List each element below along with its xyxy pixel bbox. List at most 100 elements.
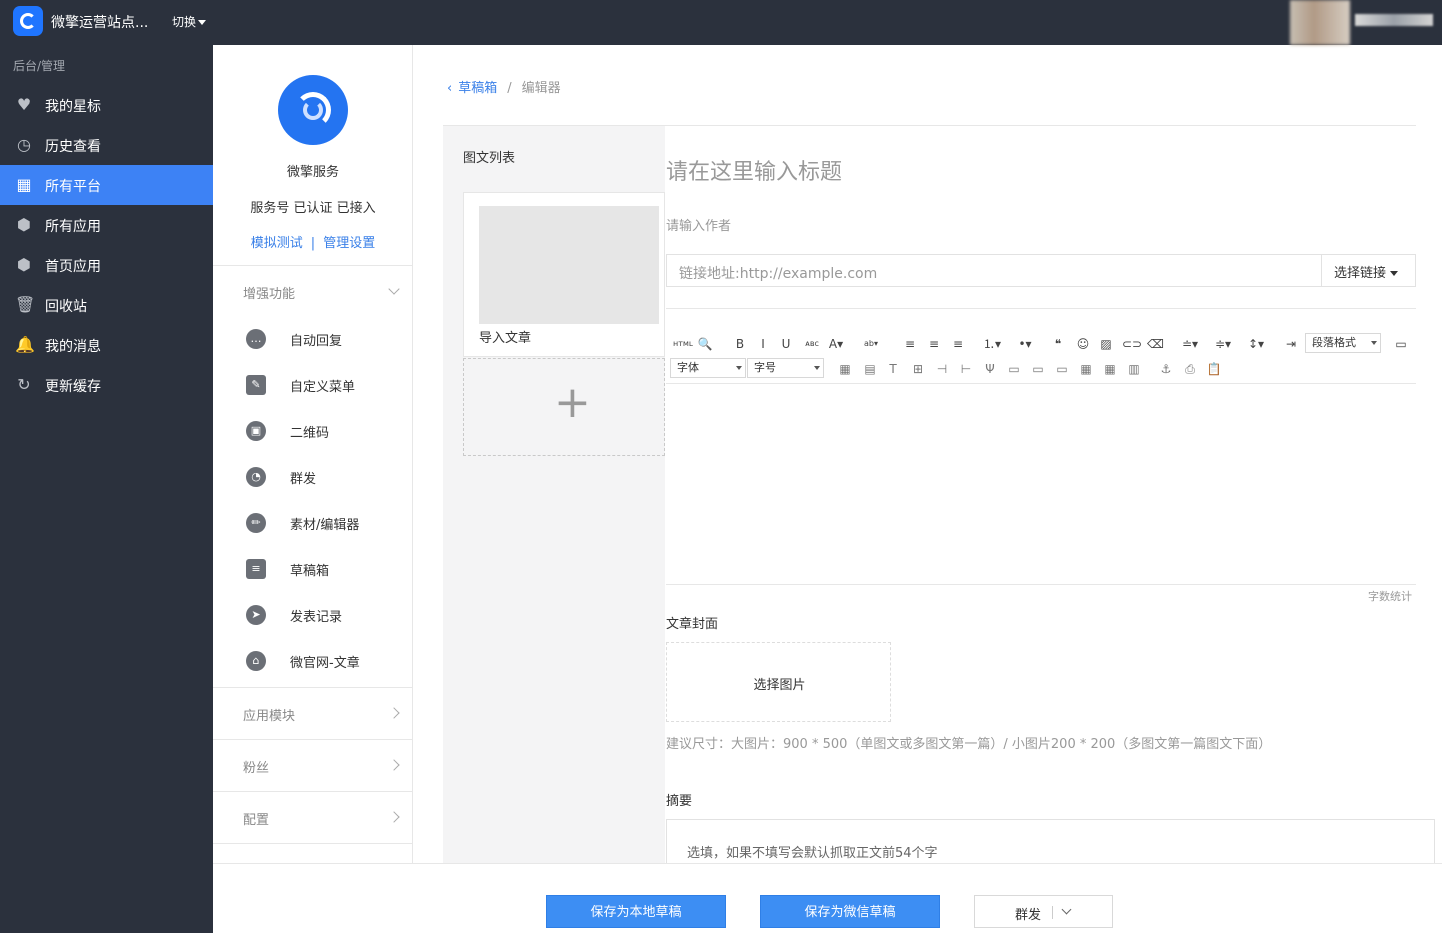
caption-icon[interactable]: T [885, 361, 901, 377]
insert-col-right-icon[interactable]: ⊢ [958, 361, 974, 377]
broadcast-icon: ◔ [246, 467, 266, 487]
quote-icon[interactable]: ❝ [1050, 336, 1066, 352]
app-logo-icon[interactable] [13, 6, 43, 36]
nav-item[interactable]: ♥ 我的星标 [0, 85, 213, 125]
manage-settings-link[interactable]: 管理设置 [323, 236, 375, 251]
delete-row-icon[interactable]: ▦ [1078, 361, 1094, 377]
switch-site-button[interactable]: 切换 [172, 13, 207, 30]
nav-item[interactable]: 🗑 回收站 [0, 285, 213, 325]
nav-item-label: 更新缓存 [45, 379, 101, 395]
image-icon[interactable]: ▨ [1098, 336, 1114, 352]
bold-icon[interactable]: B [732, 336, 748, 352]
table-icon[interactable]: ▦ [837, 361, 853, 377]
article-card-title: 导入文章 [479, 331, 532, 346]
chevron-right-icon[interactable] [388, 707, 400, 719]
account-meta: 服务号 已认证 已接入 [250, 201, 376, 216]
save-local-draft-button[interactable]: 保存为本地草稿 [546, 895, 726, 928]
print-icon[interactable]: ⎙ [1182, 361, 1198, 377]
line-height-icon[interactable]: ↕▾ [1248, 336, 1264, 352]
section-fans[interactable]: 粉丝 [243, 757, 269, 776]
highlight-icon[interactable]: ab▾ [860, 336, 882, 352]
anchor-icon[interactable]: ⚓ [1158, 361, 1174, 377]
chevron-down-icon [1061, 904, 1072, 915]
nav-item[interactable]: 🔔 我的消息 [0, 325, 213, 365]
section-modules[interactable]: 应用模块 [243, 705, 295, 724]
nav-item[interactable]: ◷ 历史查看 [0, 125, 213, 165]
link-url-input[interactable]: 链接地址:http://example.com [679, 263, 877, 283]
function-item[interactable]: ≡ 草稿箱 [213, 549, 413, 589]
save-wechat-draft-button[interactable]: 保存为微信草稿 [760, 895, 940, 928]
breadcrumb: ‹ 草稿箱 / 编辑器 [447, 77, 561, 96]
author-input[interactable]: 请输入作者 [666, 215, 731, 234]
breadcrumb-separator: / [507, 81, 512, 96]
clock-icon: ◷ [17, 135, 31, 154]
user-name-blurred[interactable] [1355, 14, 1433, 26]
underline-icon[interactable]: U [778, 336, 794, 352]
function-item[interactable]: … 自动回复 [213, 319, 413, 359]
font-family-select[interactable]: 字体 [670, 358, 746, 378]
chevron-down-icon[interactable] [388, 283, 400, 295]
align-right-icon[interactable]: ≡ [950, 336, 966, 352]
nav-item[interactable]: ⬢ 所有应用 [0, 205, 213, 245]
divider [213, 739, 413, 740]
nav-item[interactable]: ↻ 更新缓存 [0, 365, 213, 405]
insert-row-icon[interactable]: ⊞ [910, 361, 926, 377]
simulate-test-link[interactable]: 模拟测试 [251, 236, 303, 251]
merge-icon[interactable]: ▭ [1006, 361, 1022, 377]
nav-item[interactable]: ▦ 所有平台 [0, 165, 213, 205]
chevron-right-icon[interactable] [388, 811, 400, 823]
breadcrumb-current: 编辑器 [521, 81, 561, 96]
function-item[interactable]: ✏ 素材/编辑器 [213, 503, 413, 543]
editor-content-area[interactable] [666, 384, 1416, 584]
paste-icon[interactable]: 📋 [1206, 361, 1222, 377]
function-item[interactable]: ➤ 发表记录 [213, 595, 413, 635]
function-item[interactable]: ◔ 群发 [213, 457, 413, 497]
function-item[interactable]: ▣ 二维码 [213, 411, 413, 451]
section-enhanced[interactable]: 增强功能 [243, 283, 295, 302]
link-url-field: 链接地址:http://example.com 选择链接 [666, 254, 1416, 287]
breadcrumb-drafts[interactable]: 草稿箱 [458, 81, 497, 96]
function-item[interactable]: ✎ 自定义菜单 [213, 365, 413, 405]
section-config[interactable]: 配置 [243, 809, 269, 828]
function-item[interactable]: ⌂ 微官网-文章 [213, 641, 413, 681]
chevron-right-icon[interactable] [388, 759, 400, 771]
broadcast-dropdown-button[interactable]: 群发 [974, 895, 1113, 928]
nav-item[interactable]: ⬢ 首页应用 [0, 245, 213, 285]
row-spacing-top-icon[interactable]: ≐▾ [1182, 336, 1198, 352]
preview-icon[interactable]: ▭ [1393, 336, 1409, 352]
cover-size-hint: 建议尺寸：大图片：900 * 500（单图文或多图文第一篇）/ 小图片200 *… [666, 737, 1272, 752]
eraser-icon[interactable]: ⌫ [1147, 336, 1164, 352]
link-icon[interactable]: ⊂⊃ [1122, 336, 1142, 352]
row-spacing-bottom-icon[interactable]: ≑▾ [1215, 336, 1231, 352]
font-color-icon[interactable]: A▾ [828, 336, 844, 352]
strikethrough-icon[interactable]: ᴀʙᴄ [801, 336, 823, 352]
back-chevron-icon[interactable]: ‹ [447, 81, 452, 96]
font-size-select[interactable]: 字号 [747, 358, 824, 378]
search-icon[interactable]: 🔍 [697, 336, 713, 352]
merge-right-icon[interactable]: ▭ [1030, 361, 1046, 377]
ordered-list-icon[interactable]: ⒈▾ [983, 336, 1001, 352]
unordered-list-icon[interactable]: •▾ [1017, 336, 1033, 352]
indent-icon[interactable]: ⇥ [1283, 336, 1299, 352]
emoji-icon[interactable]: ☺ [1075, 336, 1091, 352]
italic-icon[interactable]: I [755, 336, 771, 352]
split-icon[interactable]: Ψ [982, 361, 998, 377]
paragraph-format-select[interactable]: 段落格式 [1305, 333, 1381, 353]
align-left-icon[interactable]: ≡ [902, 336, 918, 352]
table-props-icon[interactable]: ▤ [862, 361, 878, 377]
avatar[interactable] [1290, 0, 1350, 45]
trash-icon: 🗑 [15, 295, 36, 314]
add-article-button[interactable]: + [463, 358, 665, 456]
title-input[interactable]: 请在这里输入标题 [666, 154, 842, 186]
function-item-label: 草稿箱 [290, 564, 330, 579]
merge-down-icon[interactable]: ▭ [1054, 361, 1070, 377]
insert-col-left-icon[interactable]: ⊣ [934, 361, 950, 377]
align-center-icon[interactable]: ≡ [926, 336, 942, 352]
html-icon[interactable]: ʜᴛᴍʟ [672, 336, 694, 352]
article-card[interactable]: 导入文章 [463, 192, 665, 357]
delete-col-icon[interactable]: ▦ [1102, 361, 1118, 377]
select-cover-button[interactable]: 选择图片 [666, 642, 891, 722]
delete-table-icon[interactable]: ▥ [1126, 361, 1142, 377]
site-name[interactable]: 微擎运营站点... [51, 12, 148, 32]
select-link-dropdown[interactable]: 选择链接 [1321, 255, 1415, 286]
